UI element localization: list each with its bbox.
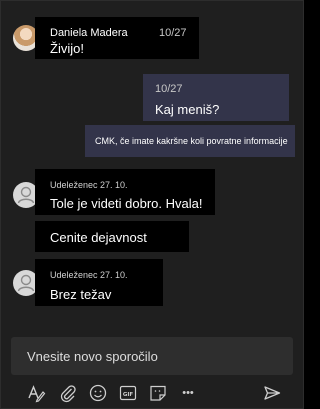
message-bubble[interactable]: Cenite dejavnost (35, 221, 189, 252)
chat-window: Daniela Madera 10/27 Živijo! 10/27 Kaj m… (0, 0, 304, 409)
message-text: Tole je videti dobro. Hvala! (50, 196, 203, 211)
message-list[interactable]: Daniela Madera 10/27 Živijo! 10/27 Kaj m… (1, 1, 303, 331)
format-icon[interactable] (25, 382, 47, 404)
message-bubble[interactable]: Udeleženec 27. 10. Brez težav (35, 259, 163, 306)
sender-name: Udeleženec 27. 10. (50, 180, 128, 190)
send-icon[interactable] (261, 382, 283, 404)
message-text: Cenite dejavnost (50, 230, 147, 245)
message-text: Kaj meniš? (155, 102, 220, 117)
sticker-icon[interactable] (147, 382, 169, 404)
attach-icon[interactable] (57, 382, 79, 404)
message-time: 10/27 (155, 83, 183, 95)
gif-label: GIF (123, 392, 134, 398)
message-bubble[interactable]: Daniela Madera 10/27 Živijo! (35, 17, 199, 59)
message-text: Brez težav (50, 287, 112, 302)
compose-toolbar: GIF ••• (25, 382, 295, 404)
message-input[interactable] (11, 337, 293, 375)
own-message-bubble[interactable]: CMK, če imate kakršne koli povratne info… (85, 125, 295, 157)
more-label: ••• (182, 387, 194, 399)
compose-box[interactable] (11, 337, 293, 375)
more-icon[interactable]: ••• (175, 382, 201, 404)
sender-name: Udeleženec 27. 10. (50, 270, 128, 280)
message-text: Živijo! (50, 41, 84, 56)
message-text: CMK, če imate kakršne koli povratne info… (95, 136, 288, 146)
message-bubble[interactable]: Udeleženec 27. 10. Tole je videti dobro.… (35, 169, 215, 215)
gif-icon[interactable]: GIF (117, 382, 139, 404)
own-message-bubble[interactable]: 10/27 Kaj meniš? (143, 74, 289, 121)
message-time: 10/27 (159, 27, 187, 39)
sender-name: Daniela Madera (50, 27, 128, 39)
emoji-icon[interactable] (87, 382, 109, 404)
